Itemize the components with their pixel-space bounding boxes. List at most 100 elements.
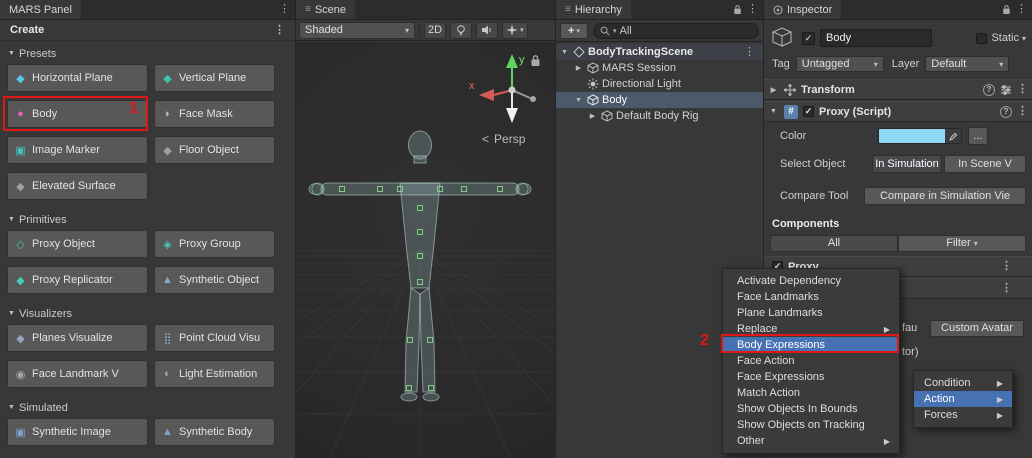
transform-component-header[interactable]: ▶ Transform ? ⋮ — [764, 79, 1032, 100]
z-axis-cone[interactable] — [506, 108, 518, 123]
tab-filter[interactable]: Filter ▾ — [898, 235, 1026, 252]
lighting-toggle-button[interactable] — [450, 22, 472, 39]
preset-elevated-surface-button[interactable]: ◆ Elevated Surface — [7, 172, 148, 200]
help-icon[interactable]: ? — [983, 84, 995, 96]
layer-dropdown[interactable]: Default ▾ — [925, 56, 1009, 72]
visualizer-planes-button[interactable]: ◆ Planes Visualize — [7, 324, 148, 352]
tab-hierarchy[interactable]: ≡ Hierarchy — [556, 0, 631, 19]
back-axis-dot[interactable] — [530, 96, 536, 102]
static-checkbox[interactable] — [976, 33, 987, 44]
scene-viewport[interactable]: y x < Persp — [296, 42, 555, 458]
submenu-item-condition[interactable]: Condition▶ — [914, 375, 1012, 391]
button-label: Synthetic Body — [179, 426, 252, 438]
color-options-button[interactable]: ... — [968, 127, 988, 145]
section-simulated[interactable]: ▼ Simulated — [6, 400, 68, 415]
visualizer-light-estimation-button[interactable]: ◐ Light Estimation — [154, 360, 275, 388]
hierarchy-row-directional-light[interactable]: Directional Light — [556, 76, 763, 92]
menu-item-other[interactable]: Other▶ — [723, 433, 899, 449]
kebab-icon[interactable]: ⋮ — [744, 47, 755, 58]
menu-item-replace[interactable]: Replace▶ — [723, 321, 899, 337]
foldout-open-icon[interactable]: ▼ — [559, 49, 570, 56]
primitive-proxy-object-button[interactable]: ◇ Proxy Object — [7, 230, 148, 258]
simulated-synthetic-image-button[interactable]: ▣ Synthetic Image — [7, 418, 148, 446]
shading-mode-dropdown[interactable]: Shaded ▾ — [299, 22, 415, 39]
menu-item-face-expressions[interactable]: Face Expressions — [723, 369, 899, 385]
gameobject-name-field[interactable]: Body — [820, 29, 932, 47]
cube-icon — [769, 25, 795, 51]
kebab-icon[interactable]: ⋮ — [1001, 261, 1012, 272]
perspective-label[interactable]: < Persp — [482, 132, 525, 146]
kebab-icon[interactable]: ⋮ — [747, 4, 758, 15]
x-axis-cone[interactable] — [479, 89, 494, 101]
tab-all[interactable]: All — [770, 235, 898, 252]
tag-dropdown[interactable]: Untagged ▾ — [796, 56, 884, 72]
custom-avatar-button[interactable]: Custom Avatar — [930, 320, 1024, 337]
primitive-synthetic-object-button[interactable]: ▲ Synthetic Object — [154, 266, 275, 294]
preset-horizontal-plane-button[interactable]: ◆ Horizontal Plane — [7, 64, 148, 92]
hierarchy-row-scene[interactable]: ▼ BodyTrackingScene ⋮ — [556, 44, 763, 60]
tab-inspector[interactable]: Inspector — [764, 0, 841, 19]
chevron-down-icon[interactable]: ▾ — [1022, 34, 1026, 43]
color-field[interactable] — [878, 128, 962, 144]
effects-toggle-button[interactable]: ▾ — [502, 22, 528, 39]
tab-scene[interactable]: ≡ Scene — [296, 0, 355, 19]
audio-toggle-button[interactable] — [476, 22, 498, 39]
submenu-item-action[interactable]: Action▶ — [914, 391, 1012, 407]
lock-icon[interactable] — [530, 54, 541, 67]
kebab-icon[interactable]: ⋮ — [1016, 4, 1027, 15]
lock-icon[interactable] — [1002, 4, 1011, 15]
preset-body-button[interactable]: ● Body — [7, 100, 148, 128]
menu-item-body-expressions[interactable]: Body Expressions — [723, 337, 899, 353]
menu-item-show-objects-on-tracking[interactable]: Show Objects on Tracking — [723, 417, 899, 433]
kebab-icon[interactable]: ⋮ — [1001, 283, 1012, 294]
hierarchy-row-default-body-rig[interactable]: ▶ Default Body Rig — [556, 108, 763, 124]
in-simulation-button[interactable]: In Simulation — [872, 155, 942, 173]
preset-vertical-plane-button[interactable]: ◆ Vertical Plane — [154, 64, 275, 92]
visualizer-point-cloud-button[interactable]: ⣿ Point Cloud Visu — [154, 324, 275, 352]
proxy-enabled-checkbox[interactable]: ✓ — [803, 106, 814, 117]
menu-item-match-action[interactable]: Match Action — [723, 385, 899, 401]
foldout-closed-icon[interactable]: ▶ — [573, 64, 584, 72]
primitive-proxy-replicator-button[interactable]: ◆ Proxy Replicator — [7, 266, 148, 294]
preset-face-mask-button[interactable]: ◗ Face Mask — [154, 100, 275, 128]
active-checkbox[interactable]: ✓ — [802, 32, 815, 45]
proxy-component-header[interactable]: ▼ # ✓ Proxy (Script) ? ⋮ — [764, 101, 1032, 122]
menu-item-activate-dependency[interactable]: Activate Dependency — [723, 273, 899, 289]
hierarchy-row-body[interactable]: ▼ Body — [556, 92, 763, 108]
tab-mars-panel[interactable]: MARS Panel — [0, 0, 81, 19]
kebab-icon[interactable]: ⋮ — [1017, 84, 1028, 95]
menu-item-show-objects-in-bounds[interactable]: Show Objects In Bounds — [723, 401, 899, 417]
create-object-button[interactable]: + ▾ — [560, 23, 588, 39]
in-scene-view-button[interactable]: In Scene V — [944, 155, 1026, 173]
visualizer-face-landmark-button[interactable]: ◉ Face Landmark V — [7, 360, 148, 388]
compare-in-simulation-button[interactable]: Compare in Simulation Vie — [864, 187, 1026, 205]
submenu-item-forces[interactable]: Forces▶ — [914, 407, 1012, 423]
presets-icon[interactable] — [1000, 84, 1012, 96]
foldout-closed-icon[interactable]: ▶ — [768, 86, 779, 94]
foldout-open-icon[interactable]: ▼ — [768, 108, 779, 115]
section-presets[interactable]: ▼ Presets — [6, 46, 56, 61]
y-axis-cone[interactable] — [506, 54, 518, 68]
menu-item-face-action[interactable]: Face Action — [723, 353, 899, 369]
kebab-icon[interactable]: ⋮ — [274, 25, 285, 36]
eyedropper-icon[interactable] — [945, 129, 961, 143]
preset-floor-object-button[interactable]: ◆ Floor Object — [154, 136, 275, 164]
kebab-icon[interactable]: ⋮ — [1017, 106, 1028, 117]
section-visualizers[interactable]: ▼ Visualizers — [6, 306, 72, 321]
preset-image-marker-button[interactable]: ▣ Image Marker — [7, 136, 148, 164]
lock-icon[interactable] — [733, 4, 742, 15]
primitive-proxy-group-button[interactable]: ◈ Proxy Group — [154, 230, 275, 258]
color-swatch[interactable] — [879, 129, 945, 143]
2d-toggle-button[interactable]: 2D — [424, 22, 446, 39]
gizmo-center[interactable] — [509, 87, 516, 94]
kebab-icon[interactable]: ⋮ — [279, 4, 290, 15]
section-primitives[interactable]: ▼ Primitives — [6, 212, 67, 227]
hierarchy-row-mars-session[interactable]: ▶ MARS Session — [556, 60, 763, 76]
foldout-closed-icon[interactable]: ▶ — [587, 112, 598, 120]
foldout-open-icon[interactable]: ▼ — [573, 97, 584, 104]
menu-item-plane-landmarks[interactable]: Plane Landmarks — [723, 305, 899, 321]
simulated-synthetic-body-button[interactable]: ▲ Synthetic Body — [154, 418, 275, 446]
hierarchy-search-input[interactable]: ▾ All — [593, 23, 759, 39]
menu-item-face-landmarks[interactable]: Face Landmarks — [723, 289, 899, 305]
help-icon[interactable]: ? — [1000, 106, 1012, 118]
